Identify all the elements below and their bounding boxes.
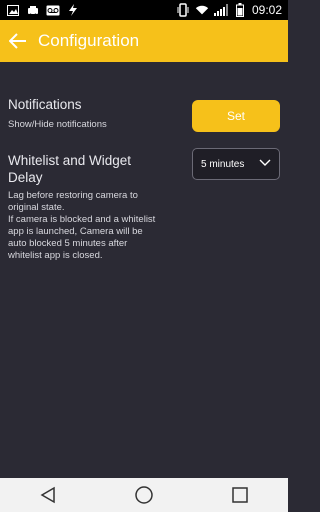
back-arrow-icon[interactable] — [2, 20, 34, 62]
navigation-bar — [0, 478, 288, 512]
delay-selected-value: 5 minutes — [201, 158, 245, 170]
whitelist-desc-line6: whitelist app is closed. — [8, 250, 103, 261]
recent-apps-icon[interactable] — [228, 483, 252, 507]
voicemail-icon — [46, 3, 60, 17]
battery-icon — [233, 3, 247, 17]
status-left — [6, 3, 80, 17]
image-icon — [6, 3, 20, 17]
page-title: Configuration — [38, 31, 140, 50]
whitelist-desc-line4: app is launched, Camera will be — [8, 226, 143, 237]
whitelist-section: Whitelist and Widget Delay Lag before re… — [8, 152, 188, 262]
whitelist-title-line2: Delay — [8, 170, 43, 185]
status-bar: 09:02 — [0, 0, 288, 20]
lightning-icon — [66, 3, 80, 17]
delay-dropdown[interactable]: 5 minutes — [192, 148, 280, 180]
whitelist-desc-line3: If camera is blocked and a whitelist — [8, 214, 156, 225]
chevron-down-icon — [259, 159, 271, 170]
whitelist-desc-line1: Lag before restoring camera to — [8, 190, 138, 201]
status-right: 09:02 — [176, 2, 282, 18]
settings-content: Notifications Show/Hide notifications Se… — [0, 62, 288, 478]
app-bar: Configuration — [0, 20, 288, 62]
set-button[interactable]: Set — [192, 100, 280, 132]
back-icon[interactable] — [36, 483, 60, 507]
wifi-icon — [195, 3, 209, 17]
vibrate-icon — [176, 3, 190, 17]
signal-icon — [213, 3, 228, 17]
whitelist-title-line1: Whitelist and Widget — [8, 153, 132, 168]
whitelist-desc-line5: auto blocked 5 minutes after — [8, 238, 128, 249]
whitelist-desc-line2: original state. — [8, 202, 65, 213]
home-icon[interactable] — [132, 483, 156, 507]
car-icon — [26, 3, 40, 17]
status-time: 09:02 — [251, 3, 282, 17]
